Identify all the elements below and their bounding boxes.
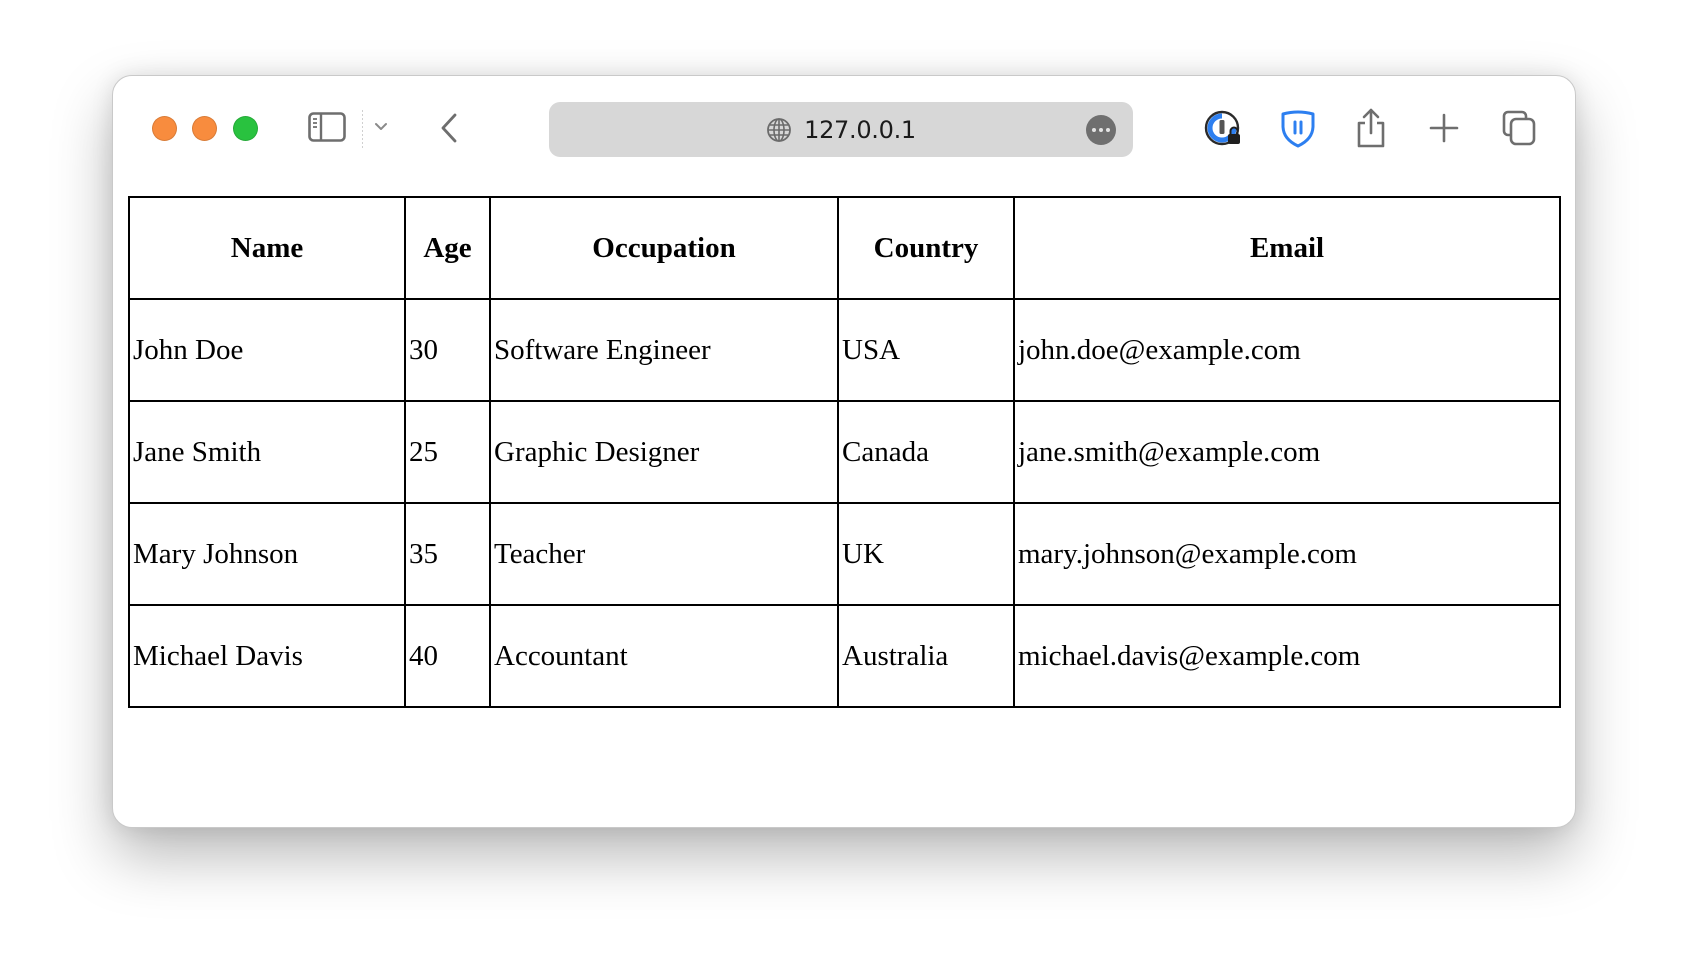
ellipsis-dot: [1106, 128, 1110, 132]
minimize-window-button[interactable]: [192, 116, 217, 141]
column-header-age: Age: [404, 196, 491, 300]
bitwarden-button[interactable]: [1280, 109, 1316, 149]
table-row: Mary Johnson 35 Teacher UK mary.johnson@…: [128, 502, 1561, 606]
sidebar-menu-button[interactable]: [373, 118, 389, 134]
column-header-name: Name: [128, 196, 406, 300]
url-text: 127.0.0.1: [804, 115, 916, 144]
cell-email: john.doe@example.com: [1013, 298, 1561, 402]
table-row: Michael Davis 40 Accountant Australia mi…: [128, 604, 1561, 708]
browser-window: 127.0.0.1 Name Age Occupation Country Em…: [112, 75, 1576, 828]
cell-occupation: Teacher: [489, 502, 839, 606]
column-header-country: Country: [837, 196, 1015, 300]
cell-occupation: Software Engineer: [489, 298, 839, 402]
globe-icon: [767, 117, 791, 142]
cell-email: michael.davis@example.com: [1013, 604, 1561, 708]
new-tab-button[interactable]: [1428, 112, 1460, 144]
bitwarden-shield-icon: [1281, 110, 1315, 148]
share-button[interactable]: [1354, 106, 1388, 150]
table-header-row: Name Age Occupation Country Email: [128, 196, 1561, 300]
cell-name: Jane Smith: [128, 400, 406, 504]
onepassword-icon: [1204, 110, 1240, 146]
ellipsis-dot: [1099, 128, 1103, 132]
table-row: John Doe 30 Software Engineer USA john.d…: [128, 298, 1561, 402]
sidebar-toggle-button[interactable]: [307, 111, 347, 143]
cell-email: mary.johnson@example.com: [1013, 502, 1561, 606]
share-icon: [1357, 108, 1385, 148]
browser-toolbar: 127.0.0.1: [113, 76, 1575, 184]
cell-country: Canada: [837, 400, 1015, 504]
cell-name: Michael Davis: [128, 604, 406, 708]
column-header-email: Email: [1013, 196, 1561, 300]
page-menu-button[interactable]: [1086, 115, 1116, 145]
back-button[interactable]: [435, 110, 463, 146]
cell-name: Mary Johnson: [128, 502, 406, 606]
cell-email: jane.smith@example.com: [1013, 400, 1561, 504]
ellipsis-circle-icon: [1092, 128, 1096, 132]
cell-occupation: Accountant: [489, 604, 839, 708]
cell-age: 35: [404, 502, 491, 606]
cell-name: John Doe: [128, 298, 406, 402]
toolbar-separator: [362, 110, 363, 148]
cell-occupation: Graphic Designer: [489, 400, 839, 504]
close-window-button[interactable]: [152, 116, 177, 141]
cell-age: 25: [404, 400, 491, 504]
tab-overview-button[interactable]: [1501, 109, 1537, 147]
cell-country: UK: [837, 502, 1015, 606]
tabs-overview-icon: [1502, 110, 1536, 146]
cell-country: USA: [837, 298, 1015, 402]
chevron-down-icon: [375, 123, 387, 130]
people-table: Name Age Occupation Country Email John D…: [128, 196, 1561, 708]
password-manager-button[interactable]: [1204, 109, 1244, 149]
column-header-occupation: Occupation: [489, 196, 839, 300]
address-bar[interactable]: 127.0.0.1: [549, 102, 1133, 157]
cell-age: 40: [404, 604, 491, 708]
cell-age: 30: [404, 298, 491, 402]
sidebar-icon: [308, 112, 346, 142]
chevron-left-icon: [441, 113, 457, 143]
cell-country: Australia: [837, 604, 1015, 708]
plus-icon: [1429, 113, 1459, 143]
maximize-window-button[interactable]: [233, 116, 258, 141]
page-content: Name Age Occupation Country Email John D…: [128, 196, 1561, 708]
table-row: Jane Smith 25 Graphic Designer Canada ja…: [128, 400, 1561, 504]
